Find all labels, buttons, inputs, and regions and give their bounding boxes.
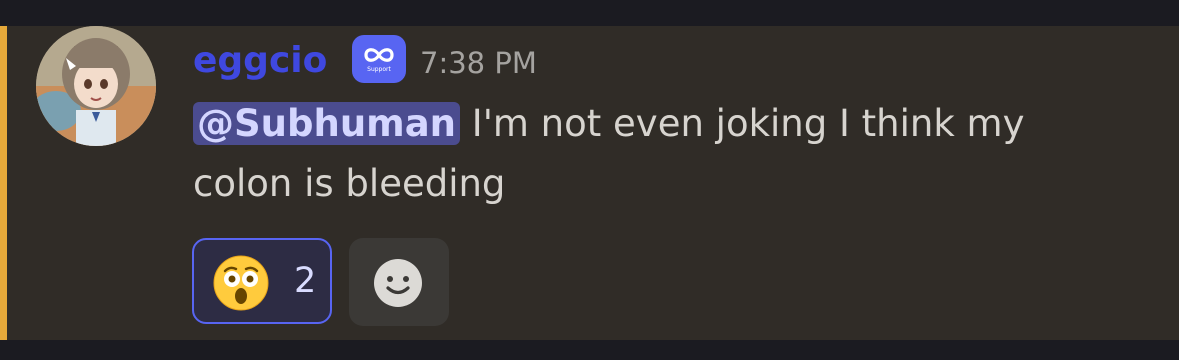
chat-message[interactable]: eggcio Support 7:38 PM @Subhuman I'm not… <box>0 26 1179 340</box>
message-timestamp[interactable]: 7:38 PM <box>420 46 537 80</box>
bottom-divider <box>0 340 1179 360</box>
author-username[interactable]: eggcio <box>193 39 327 83</box>
badge-label: Support <box>367 66 391 73</box>
avatar-image <box>36 26 156 146</box>
smiley-face-icon <box>374 259 422 307</box>
support-badge[interactable]: Support <box>352 35 406 83</box>
message-content: @Subhuman I'm not even joking I think my… <box>193 94 1093 214</box>
avatar[interactable] <box>36 26 156 146</box>
top-divider <box>0 0 1179 26</box>
reaction-count: 2 <box>294 261 317 301</box>
reaction-button[interactable]: 2 <box>192 238 332 324</box>
astonished-face-icon <box>213 255 269 311</box>
mention-highlight-bar <box>0 26 7 340</box>
infinity-icon <box>364 48 394 62</box>
add-reaction-button[interactable] <box>349 238 449 326</box>
user-mention[interactable]: @Subhuman <box>193 102 461 145</box>
